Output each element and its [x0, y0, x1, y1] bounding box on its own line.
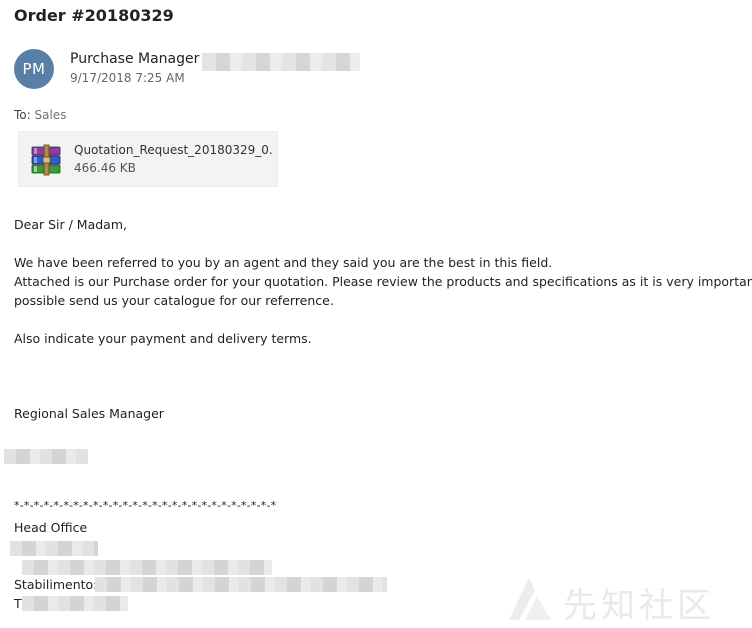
watermark-logo-icon	[509, 578, 551, 620]
sender-name[interactable]: Purchase Manager	[70, 51, 199, 67]
winrar-archive-icon	[29, 142, 65, 178]
signature-name-redacted	[4, 449, 88, 464]
address-line-2-redacted	[22, 560, 272, 575]
phone-prefix: T	[14, 596, 22, 611]
stabilimento-redacted	[95, 577, 387, 592]
body-line-3: possible send us your catalogue for our …	[14, 293, 334, 308]
body-line-4: Also indicate your payment and delivery …	[14, 331, 312, 346]
avatar[interactable]: PM	[14, 49, 54, 89]
to-label: To:	[14, 108, 31, 122]
signature-separator: *-*-*-*-*-*-*-*-*-*-*-*-*-*-*-*-*-*-*-*-…	[14, 499, 277, 512]
body-line-2: Attached is our Purchase order for your …	[14, 274, 752, 289]
watermark-text: 先知社区	[563, 586, 715, 626]
to-line: To: Sales	[14, 108, 66, 122]
phone-redacted	[22, 596, 128, 611]
recipient-sales[interactable]: Sales	[35, 108, 67, 122]
attachment-card[interactable]: Quotation_Request_20180329_0... 466.46 K…	[18, 131, 278, 187]
body-greeting: Dear Sir / Madam,	[14, 217, 127, 232]
attachment-size: 466.46 KB	[74, 161, 136, 175]
signature-title: Regional Sales Manager	[14, 406, 164, 421]
head-office-label: Head Office	[14, 520, 88, 535]
sender-email-redacted	[202, 53, 360, 71]
attachment-filename: Quotation_Request_20180329_0...	[74, 143, 274, 157]
stabilimento-label: Stabilimento:	[14, 577, 98, 592]
sent-datetime: 9/17/2018 7:25 AM	[70, 71, 185, 85]
address-line-1-redacted	[10, 541, 98, 556]
email-subject: Order #20180329	[14, 6, 174, 25]
body-line-1: We have been referred to you by an agent…	[14, 255, 553, 270]
watermark: 先知社区	[505, 574, 745, 626]
